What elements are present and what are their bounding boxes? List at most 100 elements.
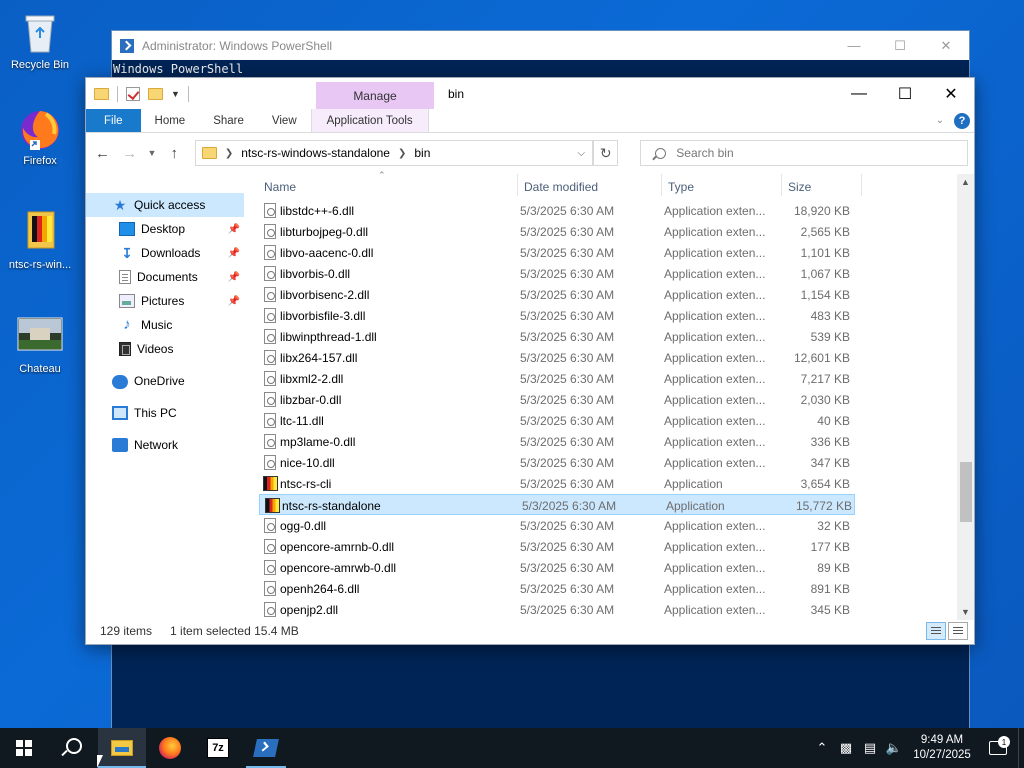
table-row[interactable]: openh264-6.dll 5/3/2025 6:30 AM Applicatio… bbox=[258, 578, 958, 599]
close-icon[interactable]: ✕ bbox=[923, 38, 969, 54]
scroll-up-icon[interactable]: ▲ bbox=[957, 174, 974, 190]
table-row[interactable]: libwinpthread-1.dll 5/3/2025 6:30 AM Appli… bbox=[258, 326, 958, 347]
desktop-icon-firefox[interactable]: Firefox bbox=[0, 104, 80, 167]
file-name: libstdc++-6.dll bbox=[280, 204, 355, 218]
taskbar-powershell[interactable] bbox=[242, 728, 290, 768]
details-view-icon[interactable] bbox=[926, 622, 946, 640]
nav-item-music[interactable]: ♪ Music bbox=[86, 313, 258, 337]
table-row[interactable]: opencore-amrnb-0.dll 5/3/2025 6:30 AM Appl… bbox=[258, 536, 958, 557]
table-row[interactable]: libx264-157.dll 5/3/2025 6:30 AM Applicati… bbox=[258, 347, 958, 368]
table-row[interactable]: ogg-0.dll 5/3/2025 6:30 AM Application ext… bbox=[258, 515, 958, 536]
table-row[interactable]: ntsc-rs-standalone 5/3/2025 6:30 AM Applic… bbox=[259, 494, 855, 515]
tab-home[interactable]: Home bbox=[141, 109, 200, 132]
new-folder-icon[interactable] bbox=[148, 87, 163, 100]
nav-item-quick-access[interactable]: ★ Quick access bbox=[86, 193, 244, 217]
column-divider[interactable] bbox=[861, 174, 862, 196]
nav-item-desktop[interactable]: Desktop 📌 bbox=[86, 217, 258, 241]
expand-ribbon-icon[interactable]: ⌄ bbox=[936, 115, 944, 126]
device-icon[interactable]: ▩ bbox=[834, 740, 858, 756]
start-button[interactable] bbox=[0, 728, 48, 768]
nav-item-this-pc[interactable]: This PC bbox=[86, 401, 258, 425]
table-row[interactable]: ntsc-rs-cli 5/3/2025 6:30 AM Application 3,… bbox=[258, 473, 958, 494]
forward-arrow-icon[interactable]: → bbox=[119, 145, 140, 162]
show-desktop-button[interactable] bbox=[1018, 728, 1024, 768]
column-header-type[interactable]: Type bbox=[668, 180, 694, 194]
nav-item-onedrive[interactable]: OneDrive bbox=[86, 369, 258, 393]
chevron-up-icon[interactable]: ⌃ bbox=[810, 740, 834, 756]
properties-icon[interactable] bbox=[126, 86, 140, 101]
column-divider[interactable] bbox=[661, 174, 662, 196]
explorer-titlebar[interactable]: ▼ Manage bin — ☐ ✕ bbox=[86, 78, 974, 109]
breadcrumb-segment[interactable]: ntsc-rs-windows-standalone bbox=[241, 146, 390, 160]
clock[interactable]: 9:49 AM 10/27/2025 bbox=[906, 733, 978, 763]
desktop-icon bbox=[119, 222, 135, 236]
minimize-icon[interactable]: — bbox=[831, 38, 877, 54]
breadcrumb-chevron-icon[interactable]: ❯ bbox=[398, 148, 406, 159]
table-row[interactable]: libvorbis-0.dll 5/3/2025 6:30 AM Applicati… bbox=[258, 263, 958, 284]
action-center-button[interactable]: 1 bbox=[978, 736, 1018, 755]
column-header-name[interactable]: Name bbox=[264, 180, 296, 194]
customize-toolbar-icon[interactable]: ▼ bbox=[171, 89, 180, 99]
tab-application-tools[interactable]: Application Tools bbox=[310, 109, 429, 132]
maximize-icon[interactable]: ☐ bbox=[877, 38, 923, 54]
minimize-button[interactable]: — bbox=[836, 78, 882, 109]
table-row[interactable]: openjp2.dll 5/3/2025 6:30 AM Application e… bbox=[258, 599, 958, 620]
nav-item-downloads[interactable]: ↧ Downloads 📌 bbox=[86, 241, 258, 265]
file-explorer-window[interactable]: ▼ Manage bin — ☐ ✕ File Home Share View … bbox=[85, 77, 975, 645]
table-row[interactable]: libzbar-0.dll 5/3/2025 6:30 AM Application… bbox=[258, 389, 958, 410]
file-type: Application exten... bbox=[664, 603, 766, 617]
desktop-icon-label: Recycle Bin bbox=[10, 59, 70, 71]
breadcrumb-segment[interactable]: bin bbox=[414, 146, 430, 160]
tab-file[interactable]: File bbox=[86, 109, 141, 132]
scrollbar-thumb[interactable] bbox=[960, 462, 972, 522]
table-row[interactable]: ltc-11.dll 5/3/2025 6:30 AM Application ex… bbox=[258, 410, 958, 431]
large-icons-view-icon[interactable] bbox=[948, 622, 968, 640]
column-divider[interactable] bbox=[781, 174, 782, 196]
taskbar-firefox[interactable] bbox=[146, 728, 194, 768]
taskbar-file-explorer[interactable] bbox=[98, 728, 146, 768]
nav-item-videos[interactable]: Videos bbox=[86, 337, 258, 361]
tab-manage[interactable]: Manage bbox=[316, 82, 434, 109]
table-row[interactable]: opencore-amrwb-0.dll 5/3/2025 6:30 AM Appl… bbox=[258, 557, 958, 578]
column-header-date[interactable]: Date modified bbox=[524, 180, 598, 194]
chevron-down-icon[interactable]: ⌵ bbox=[570, 148, 592, 159]
maximize-button[interactable]: ☐ bbox=[882, 78, 928, 109]
refresh-icon[interactable]: ↻ bbox=[593, 140, 619, 166]
table-row[interactable]: mp3lame-0.dll 5/3/2025 6:30 AM Application… bbox=[258, 431, 958, 452]
desktop-icon-recycle-bin[interactable]: Recycle Bin bbox=[0, 8, 80, 71]
table-row[interactable]: libvo-aacenc-0.dll 5/3/2025 6:30 AM Applic… bbox=[258, 242, 958, 263]
table-row[interactable]: libturbojpeg-0.dll 5/3/2025 6:30 AM Applic… bbox=[258, 221, 958, 242]
table-row[interactable]: libvorbisenc-2.dll 5/3/2025 6:30 AM Applic… bbox=[258, 284, 958, 305]
nav-item-documents[interactable]: Documents 📌 bbox=[86, 265, 258, 289]
pin-icon: 📌 bbox=[227, 223, 240, 235]
powershell-console[interactable]: Windows PowerShell bbox=[112, 60, 969, 78]
recent-locations-icon[interactable]: ▼ bbox=[146, 148, 158, 158]
breadcrumb-chevron-icon[interactable]: ❯ bbox=[225, 148, 233, 159]
table-row[interactable]: libstdc++-6.dll 5/3/2025 6:30 AM Applicati… bbox=[258, 200, 958, 221]
column-divider[interactable] bbox=[517, 174, 518, 196]
powershell-titlebar[interactable]: Administrator: Windows PowerShell — ☐ ✕ bbox=[112, 31, 969, 60]
vertical-scrollbar[interactable]: ▲ ▼ bbox=[957, 174, 974, 620]
taskbar-7zip[interactable]: 7z bbox=[194, 728, 242, 768]
back-arrow-icon[interactable]: ← bbox=[92, 145, 113, 162]
nav-item-pictures[interactable]: Pictures 📌 bbox=[86, 289, 258, 313]
taskbar: 7z ⌃ ▩ ▤ 🔈 9:49 AM 10/27/2025 1 bbox=[0, 728, 1024, 768]
volume-icon[interactable]: 🔈 bbox=[882, 740, 906, 756]
table-row[interactable]: nice-10.dll 5/3/2025 6:30 AM Application e… bbox=[258, 452, 958, 473]
up-arrow-icon[interactable]: ↑ bbox=[164, 145, 185, 162]
search-button[interactable] bbox=[48, 728, 96, 768]
tab-share[interactable]: Share bbox=[199, 109, 258, 132]
table-row[interactable]: libvorbisfile-3.dll 5/3/2025 6:30 AM Appli… bbox=[258, 305, 958, 326]
network-tray-icon[interactable]: ▤ bbox=[858, 740, 882, 756]
close-button[interactable]: ✕ bbox=[928, 78, 974, 109]
tab-view[interactable]: View bbox=[258, 109, 311, 132]
file-type: Application exten... bbox=[664, 309, 766, 323]
help-icon[interactable]: ? bbox=[954, 112, 970, 129]
desktop-icon-chateau[interactable]: Chateau bbox=[0, 312, 80, 375]
address-bar[interactable]: ❯ ntsc-rs-windows-standalone ❯ bin ⌵ bbox=[194, 140, 594, 166]
table-row[interactable]: libxml2-2.dll 5/3/2025 6:30 AM Application… bbox=[258, 368, 958, 389]
search-input[interactable]: Search bin bbox=[640, 140, 969, 166]
desktop-icon-ntsc-rs[interactable]: ntsc-rs-win... bbox=[0, 208, 80, 271]
column-header-size[interactable]: Size bbox=[788, 180, 811, 194]
nav-item-network[interactable]: Network bbox=[86, 433, 258, 457]
